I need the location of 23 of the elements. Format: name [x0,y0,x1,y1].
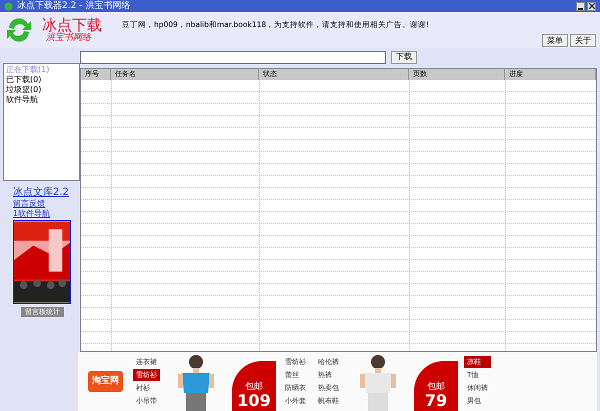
badge-label: 包邮 [245,382,263,392]
window-title: 冰点下载器2.2 - 洪宝书网络 [17,2,130,10]
close-button[interactable] [587,2,596,10]
menu-button[interactable]: 关于 [570,34,596,47]
logo-title: 冰点下载 [42,17,102,33]
url-field[interactable] [80,50,386,64]
taobao-logo[interactable]: 淘宝网 [88,370,123,392]
sidebar-item[interactable]: 软件导航 [6,95,77,105]
badge-label: 包邮 [427,382,445,392]
promo-title: 冰点文库2.2 [13,187,69,199]
price-text: 109 [237,392,271,409]
minimize-icon [578,8,583,10]
link[interactable]: 1软件导航 [13,209,50,219]
sidebar-item[interactable]: 垃圾篮(0) [6,85,77,95]
sidebar-item[interactable]: 已下载(0) [6,75,77,85]
app-icon [4,2,13,10]
price-text: 79 [424,392,448,409]
menu-button[interactable]: 菜单 [542,34,568,47]
download-button[interactable]: 下载 [391,50,417,64]
close-icon [588,3,594,9]
minimize-button[interactable] [576,2,585,10]
link[interactable]: 留言反馈 [13,199,50,209]
logo-subtitle: 洪宝书网络 [45,33,92,43]
